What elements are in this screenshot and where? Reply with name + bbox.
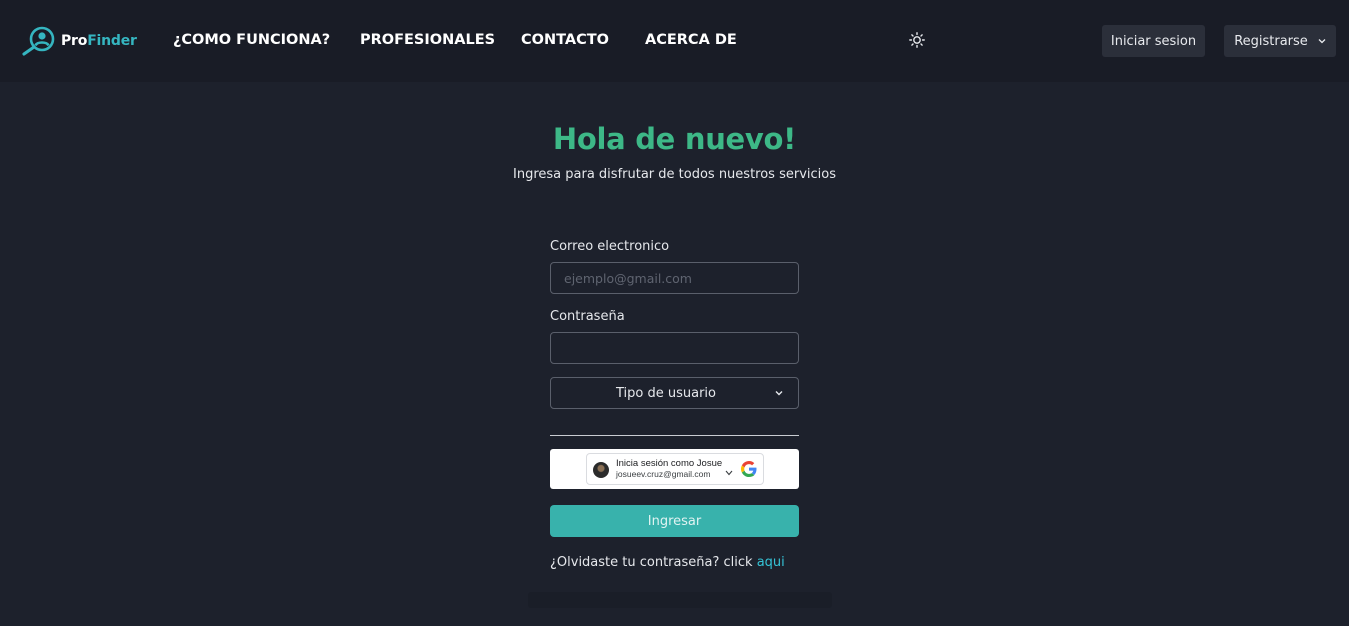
page-title: Hola de nuevo! bbox=[552, 122, 797, 156]
email-field[interactable] bbox=[550, 262, 799, 294]
logo[interactable]: ProFinder bbox=[22, 26, 137, 56]
nav-link-como-funciona[interactable]: ¿COMO FUNCIONA? bbox=[173, 32, 330, 48]
forgot-password-text: ¿Olvidaste tu contraseña? click aqui bbox=[550, 555, 785, 570]
logo-text-pro: Pro bbox=[61, 33, 88, 49]
chevron-down-icon bbox=[725, 470, 733, 476]
google-signin-name: Inicia sesión como Josue bbox=[616, 458, 723, 469]
user-type-select-value: Tipo de usuario bbox=[615, 386, 716, 401]
nav-link-acerca-de[interactable]: ACERCA DE bbox=[645, 32, 737, 48]
submit-button[interactable]: Ingresar bbox=[550, 505, 799, 537]
forgot-password-prompt: ¿Olvidaste tu contraseña? click bbox=[550, 555, 753, 570]
register-button[interactable]: Registrarse bbox=[1224, 25, 1336, 57]
sun-icon[interactable] bbox=[909, 32, 925, 48]
user-type-select[interactable]: Tipo de usuario bbox=[550, 377, 799, 409]
password-label: Contraseña bbox=[550, 309, 625, 324]
nav-link-contacto[interactable]: CONTACTO bbox=[521, 32, 609, 48]
login-button-label: Iniciar sesion bbox=[1110, 33, 1197, 49]
form-card-bottom bbox=[528, 592, 832, 608]
google-signin-button[interactable]: Inicia sesión como Josue josueev.cruz@gm… bbox=[586, 453, 764, 485]
nav-link-profesionales[interactable]: PROFESIONALES bbox=[360, 32, 495, 48]
google-g-icon bbox=[741, 461, 757, 477]
form-divider bbox=[550, 435, 799, 436]
google-signin-container: Inicia sesión como Josue josueev.cruz@gm… bbox=[550, 449, 799, 489]
navbar: ProFinder ¿COMO FUNCIONA? PROFESIONALES … bbox=[0, 0, 1349, 82]
forgot-password-link[interactable]: aqui bbox=[757, 555, 785, 570]
register-button-label: Registrarse bbox=[1234, 33, 1308, 49]
logo-text-finder: Finder bbox=[87, 33, 137, 49]
avatar bbox=[593, 462, 609, 478]
email-label: Correo electronico bbox=[550, 239, 670, 254]
google-signin-email: josueev.cruz@gmail.com bbox=[616, 469, 711, 479]
logo-text: ProFinder bbox=[61, 33, 137, 49]
password-field[interactable] bbox=[550, 332, 799, 364]
magnifier-person-icon bbox=[22, 26, 55, 56]
chevron-down-icon bbox=[1318, 39, 1326, 44]
chevron-down-icon bbox=[775, 391, 783, 396]
page-subtitle: Ingresa para disfrutar de todos nuestros… bbox=[513, 167, 836, 182]
login-button[interactable]: Iniciar sesion bbox=[1102, 25, 1205, 57]
